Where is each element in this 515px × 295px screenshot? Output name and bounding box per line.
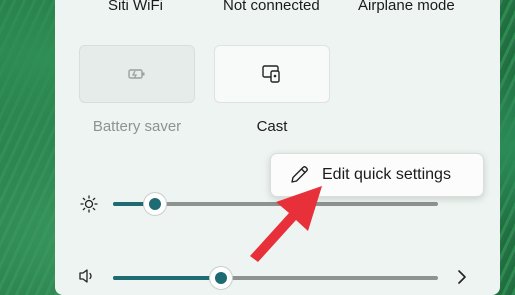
volume-slider-fill [113,276,221,280]
edit-quick-settings-label: Edit quick settings [322,166,451,183]
volume-slider-thumb[interactable] [210,267,232,289]
cast-label: Cast [256,118,288,135]
cast-icon [262,65,280,83]
battery-saver-icon [128,69,145,79]
sun-icon [80,195,98,213]
brightness-slider-thumb[interactable] [144,193,166,215]
airplane-label: Airplane mode [358,0,455,14]
annotation-arrow-icon [250,186,322,262]
bluetooth-label: Not connected [223,0,320,14]
battery-saver-label: Battery saver [92,118,182,135]
cast-tile[interactable] [214,45,330,103]
wifi-label: Siti WiFi [108,0,163,14]
chevron-right-icon[interactable] [456,270,468,284]
battery-saver-tile[interactable] [79,45,195,103]
speaker-icon[interactable] [78,268,96,284]
